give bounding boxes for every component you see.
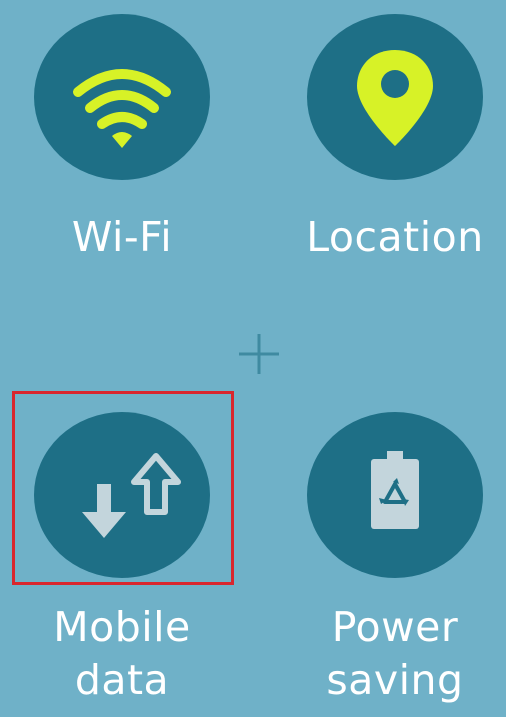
wifi-icon — [73, 69, 171, 148]
mobile-data-label-line1: Mobile — [53, 603, 191, 651]
selection-highlight — [12, 391, 234, 585]
mobile-data-label-line2: data — [74, 656, 170, 704]
wifi-label: Wi-Fi — [71, 213, 173, 261]
power-saving-label-line1: Power — [331, 603, 459, 651]
wifi-toggle[interactable] — [34, 14, 210, 180]
plus-icon[interactable] — [237, 332, 281, 376]
location-pin-icon — [357, 50, 433, 146]
location-toggle[interactable] — [307, 14, 483, 180]
power-saving-label-line2: saving — [326, 656, 464, 704]
power-saving-toggle[interactable] — [307, 412, 483, 578]
location-label: Location — [306, 213, 484, 261]
battery-recycle-icon — [371, 451, 419, 529]
